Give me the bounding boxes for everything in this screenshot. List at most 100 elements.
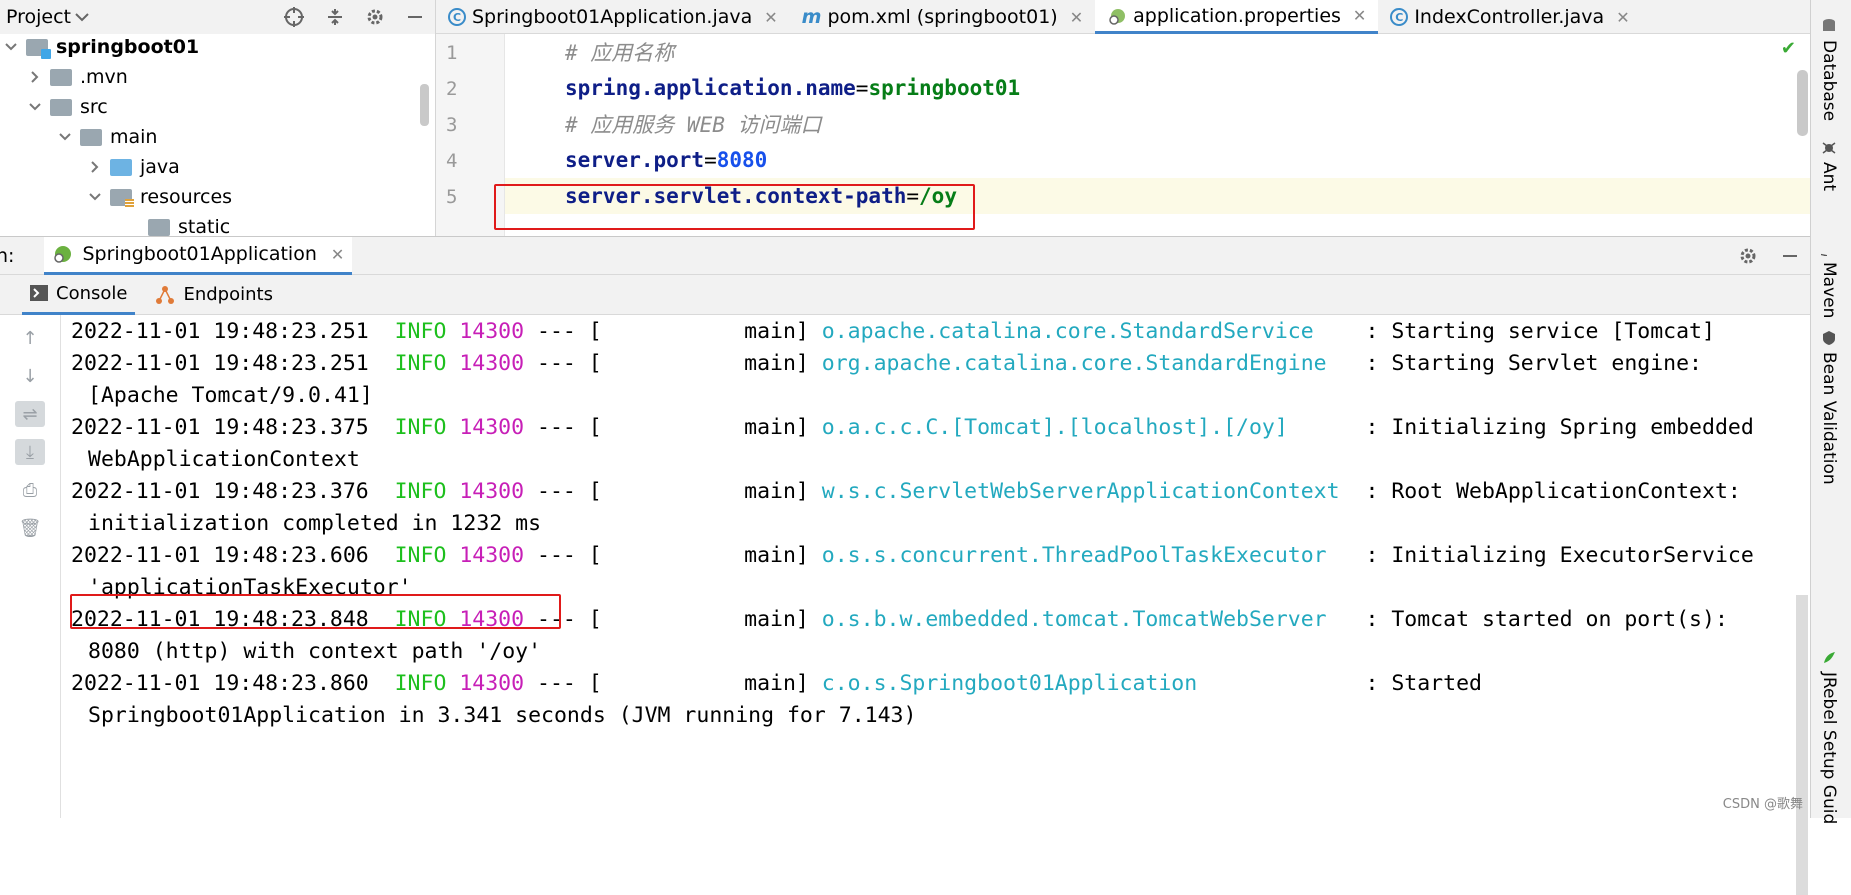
arrow-up-icon[interactable]: ↑: [15, 325, 45, 351]
chevron-right-icon[interactable]: [28, 70, 42, 84]
line-number: 5: [446, 186, 457, 208]
code-comment: # 应用服务 WEB 访问端口: [565, 109, 822, 139]
tree-item-mvn[interactable]: .mvn: [28, 62, 128, 92]
tree-item-label: java: [140, 156, 180, 178]
chevron-down-icon[interactable]: [28, 100, 42, 114]
tab-endpoints[interactable]: Endpoints: [147, 275, 281, 315]
gear-icon[interactable]: [365, 7, 385, 27]
tab-label: Endpoints: [183, 284, 273, 305]
log-pid: 14300: [459, 479, 524, 504]
log-message: : Initializing ExecutorService: [1353, 543, 1754, 568]
tree-item-label: src: [80, 96, 108, 118]
log-line: 2022-11-01 19:48:23.251 INFO 14300 --- […: [71, 351, 1702, 376]
chevron-down-icon[interactable]: [4, 40, 18, 54]
project-panel: Project springboot01 .mvn src: [0, 0, 436, 236]
log-level: INFO: [395, 415, 447, 440]
locate-icon[interactable]: [283, 6, 305, 28]
log-message: : Starting Servlet engine:: [1353, 351, 1703, 376]
code-line[interactable]: server.port=8080: [505, 142, 1810, 178]
log-message: : Root WebApplicationContext:: [1353, 479, 1741, 504]
spring-class-icon: C: [448, 8, 466, 26]
log-continuation: initialization completed in 1232 ms: [71, 511, 541, 536]
trash-icon[interactable]: 🗑: [15, 515, 45, 541]
tree-item-java[interactable]: java: [88, 152, 180, 182]
project-panel-title[interactable]: Project: [6, 6, 71, 28]
log-pid: 14300: [459, 671, 524, 696]
jrebel-icon: [1821, 650, 1837, 666]
maven-icon: m: [1821, 240, 1837, 256]
tab-console[interactable]: Console: [22, 275, 135, 315]
database-tool-tab[interactable]: Database: [1819, 18, 1839, 121]
log-datetime: 2022-11-01 19:48:23.375: [71, 415, 369, 440]
close-icon[interactable]: ✕: [1616, 8, 1629, 27]
log-datetime: 2022-11-01 19:48:23.251: [71, 319, 369, 344]
tool-tab-label: Bean Validation: [1819, 352, 1839, 485]
console-output[interactable]: 2022-11-01 19:48:23.251 INFO 14300 --- […: [60, 315, 1810, 818]
gear-icon[interactable]: [1738, 246, 1758, 266]
tab-label: Springboot01Application.java: [472, 6, 752, 28]
tab-label: application.properties: [1133, 5, 1341, 27]
module-folder-icon: [26, 39, 48, 56]
log-thread: --- [ main]: [524, 319, 822, 344]
log-continuation: Springboot01Application in 3.341 seconds…: [71, 703, 916, 728]
close-icon[interactable]: ✕: [764, 8, 777, 27]
run-tab[interactable]: Springboot01Application ✕: [44, 237, 352, 275]
chevron-down-icon[interactable]: [88, 190, 102, 204]
close-icon[interactable]: ✕: [1070, 8, 1083, 27]
class-icon: C: [1390, 8, 1408, 26]
tree-item-resources[interactable]: resources: [88, 182, 232, 212]
scroll-to-end-icon[interactable]: ⤓: [15, 439, 45, 465]
log-line: 2022-11-01 19:48:23.376 INFO 14300 --- […: [71, 479, 1741, 504]
right-tool-strip: Database Ant m Maven Bean Validation JRe…: [1810, 0, 1851, 818]
tree-item-springboot01[interactable]: springboot01: [4, 32, 199, 62]
console-toolbar: ↑ ↓ ⇌ ⤓ ⎙ 🗑: [14, 325, 46, 541]
code-comment: # 应用名称: [565, 37, 674, 67]
run-tab-label: Springboot01Application: [82, 243, 316, 265]
soft-wrap-icon[interactable]: ⇌: [15, 401, 45, 427]
scrollbar[interactable]: [1796, 595, 1808, 895]
print-icon[interactable]: ⎙: [15, 477, 45, 503]
log-logger: o.apache.catalina.core.StandardService: [822, 319, 1353, 344]
property-value: 8080: [717, 148, 768, 172]
tab-springboot01application[interactable]: C Springboot01Application.java ✕: [436, 0, 790, 34]
scrollbar[interactable]: [1797, 70, 1808, 136]
log-logger: c.o.s.Springboot01Application: [822, 671, 1353, 696]
folder-icon: [148, 219, 170, 236]
minimize-icon[interactable]: [1780, 246, 1800, 266]
arrow-down-icon[interactable]: ↓: [15, 363, 45, 389]
tab-pom[interactable]: m pom.xml (springboot01) ✕: [790, 0, 1095, 34]
equals-sign: =: [704, 148, 717, 172]
chevron-right-icon[interactable]: [88, 160, 102, 174]
log-datetime: 2022-11-01 19:48:23.251: [71, 351, 369, 376]
log-continuation: [Apache Tomcat/9.0.41]: [71, 383, 373, 408]
code-line[interactable]: # 应用服务 WEB 访问端口: [505, 106, 1810, 142]
ant-tool-tab[interactable]: Ant: [1819, 140, 1839, 191]
code-line[interactable]: spring.application.name=springboot01: [505, 70, 1810, 106]
log-logger: org.apache.catalina.core.StandardEngine: [822, 351, 1353, 376]
log-thread: --- [ main]: [524, 479, 822, 504]
scrollbar[interactable]: [420, 84, 429, 126]
maven-tool-tab[interactable]: m Maven: [1819, 240, 1839, 318]
chevron-down-icon[interactable]: [75, 12, 89, 22]
log-thread: --- [ main]: [524, 415, 822, 440]
log-message: : Starting service [Tomcat]: [1353, 319, 1715, 344]
chevron-down-icon[interactable]: [58, 130, 72, 144]
tab-application-properties[interactable]: application.properties ✕: [1095, 0, 1378, 34]
property-key: spring.application.name: [565, 76, 856, 100]
code-line[interactable]: # 应用名称: [505, 34, 1810, 70]
close-icon[interactable]: ✕: [1353, 6, 1366, 25]
close-icon[interactable]: ✕: [331, 245, 344, 264]
log-datetime: 2022-11-01 19:48:23.860: [71, 671, 369, 696]
minimize-icon[interactable]: [405, 7, 425, 27]
collapse-all-icon[interactable]: [325, 7, 345, 27]
tab-indexcontroller[interactable]: C IndexController.java ✕: [1378, 0, 1641, 34]
folder-icon: [50, 69, 72, 86]
bean-validation-icon: [1821, 330, 1837, 346]
log-pid: 14300: [459, 415, 524, 440]
tree-item-main[interactable]: main: [58, 122, 157, 152]
bean-validation-tool-tab[interactable]: Bean Validation: [1819, 330, 1839, 485]
tab-label: pom.xml (springboot01): [827, 6, 1057, 28]
tree-item-src[interactable]: src: [28, 92, 108, 122]
jrebel-tool-tab[interactable]: JRebel Setup Guid: [1819, 650, 1839, 824]
log-pid: 14300: [459, 351, 524, 376]
